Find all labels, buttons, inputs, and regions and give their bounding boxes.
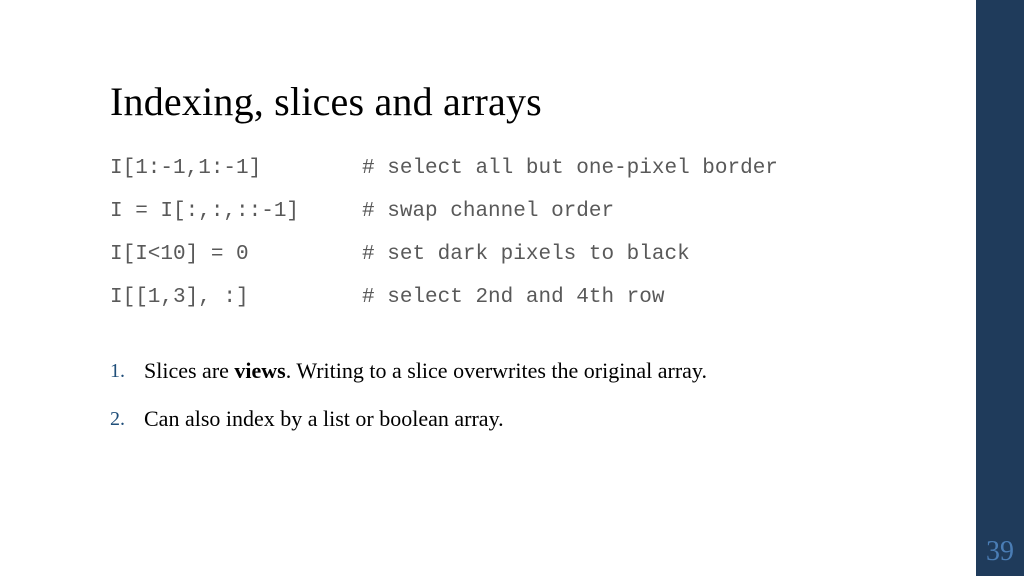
code-line: I[1:-1,1:-1] # select all but one-pixel …: [110, 157, 778, 180]
notes-list: 1. Slices are views. Writing to a slice …: [110, 355, 964, 435]
list-number: 2.: [110, 403, 144, 434]
text-span: . Writing to a slice overwrites the orig…: [286, 358, 707, 383]
slide-content: Indexing, slices and arrays I[1:-1,1:-1]…: [110, 78, 964, 451]
text-bold: views: [234, 358, 285, 383]
list-number: 1.: [110, 355, 144, 386]
sidebar-accent: 39: [976, 0, 1024, 576]
code-line: I = I[:,:,::-1] # swap channel order: [110, 200, 614, 223]
slide: Indexing, slices and arrays I[1:-1,1:-1]…: [0, 0, 1024, 576]
list-item: 2. Can also index by a list or boolean a…: [110, 403, 964, 435]
page-number: 39: [976, 536, 1024, 568]
text-span: Slices are: [144, 358, 234, 383]
list-text: Slices are views. Writing to a slice ove…: [144, 355, 964, 387]
list-item: 1. Slices are views. Writing to a slice …: [110, 355, 964, 387]
code-line: I[I<10] = 0 # set dark pixels to black: [110, 243, 690, 266]
code-line: I[[1,3], :] # select 2nd and 4th row: [110, 286, 665, 309]
list-text: Can also index by a list or boolean arra…: [144, 403, 964, 435]
slide-title: Indexing, slices and arrays: [110, 78, 964, 125]
code-block: I[1:-1,1:-1] # select all but one-pixel …: [110, 147, 964, 319]
